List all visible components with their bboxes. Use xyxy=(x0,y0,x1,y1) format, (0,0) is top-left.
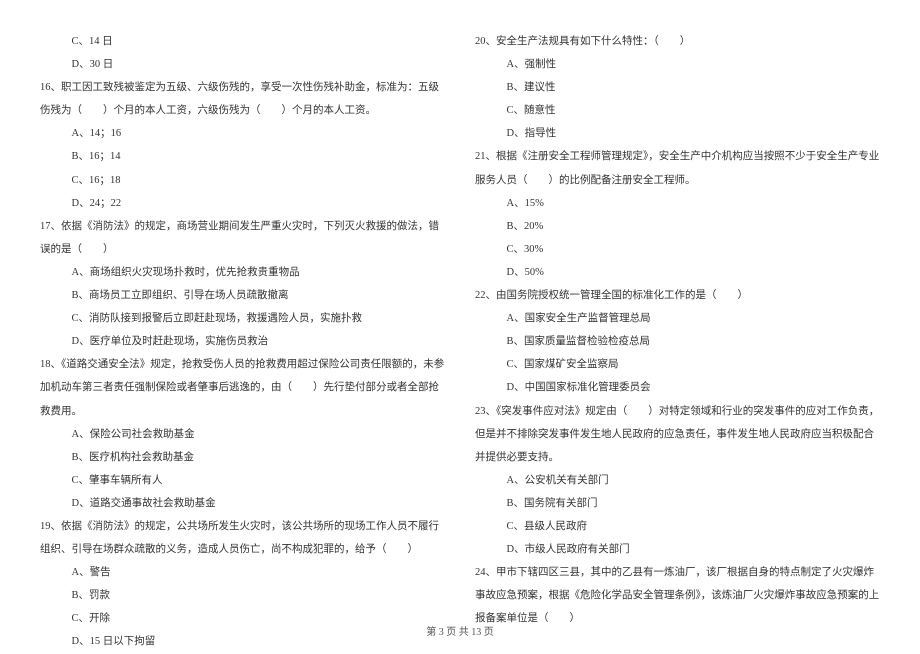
left-column: C、14 日 D、30 日 16、职工因工致残被鉴定为五级、六级伤残的，享受一次… xyxy=(40,30,445,654)
q17-option-d: D、医疗单位及时赶赴现场，实施伤员救治 xyxy=(40,330,445,353)
q20-option-d: D、指导性 xyxy=(475,122,880,145)
q22-option-d: D、中国国家标准化管理委员会 xyxy=(475,376,880,399)
q18-option-a: A、保险公司社会救助基金 xyxy=(40,423,445,446)
q17-option-c: C、消防队接到报警后立即赶赴现场，救援遇险人员，实施扑救 xyxy=(40,307,445,330)
q23-option-b: B、国务院有关部门 xyxy=(475,492,880,515)
q22-text: 22、由国务院授权统一管理全国的标准化工作的是（ ） xyxy=(475,284,880,307)
q16-option-b: B、16；14 xyxy=(40,145,445,168)
q18-text: 18、《道路交通安全法》规定，抢救受伤人员的抢救费用超过保险公司责任限额的，未参… xyxy=(40,353,445,422)
q23-text: 23、《突发事件应对法》规定由（ ）对特定领域和行业的突发事件的应对工作负责，但… xyxy=(475,400,880,469)
q22-option-c: C、国家煤矿安全监察局 xyxy=(475,353,880,376)
q20-option-c: C、随意性 xyxy=(475,99,880,122)
q23-option-d: D、市级人民政府有关部门 xyxy=(475,538,880,561)
q20-text: 20、安全生产法规具有如下什么特性：（ ） xyxy=(475,30,880,53)
right-column: 20、安全生产法规具有如下什么特性：（ ） A、强制性 B、建议性 C、随意性 … xyxy=(475,30,880,654)
q16-text: 16、职工因工致残被鉴定为五级、六级伤残的，享受一次性伤残补助金，标准为：五级伤… xyxy=(40,76,445,122)
q19-text: 19、依据《消防法》的规定，公共场所发生火灾时，该公共场所的现场工作人员不履行组… xyxy=(40,515,445,561)
q15-option-d: D、30 日 xyxy=(40,53,445,76)
q21-option-c: C、30% xyxy=(475,238,880,261)
q20-option-a: A、强制性 xyxy=(475,53,880,76)
q21-option-a: A、15% xyxy=(475,192,880,215)
q21-option-b: B、20% xyxy=(475,215,880,238)
q16-option-a: A、14；16 xyxy=(40,122,445,145)
q17-text: 17、依据《消防法》的规定，商场营业期间发生严重火灾时，下列灭火救援的做法，错误… xyxy=(40,215,445,261)
q17-option-a: A、商场组织火灾现场扑救时，优先抢救贵重物品 xyxy=(40,261,445,284)
page-content: C、14 日 D、30 日 16、职工因工致残被鉴定为五级、六级伤残的，享受一次… xyxy=(40,30,880,654)
page-footer: 第 3 页 共 13 页 xyxy=(0,623,920,638)
q16-option-c: C、16；18 xyxy=(40,169,445,192)
q17-option-b: B、商场员工立即组织、引导在场人员疏散撤离 xyxy=(40,284,445,307)
q21-option-d: D、50% xyxy=(475,261,880,284)
q16-option-d: D、24；22 xyxy=(40,192,445,215)
q18-option-c: C、肇事车辆所有人 xyxy=(40,469,445,492)
q23-option-a: A、公安机关有关部门 xyxy=(475,469,880,492)
q15-option-c: C、14 日 xyxy=(40,30,445,53)
q22-option-a: A、国家安全生产监督管理总局 xyxy=(475,307,880,330)
q24-text: 24、甲市下辖四区三县，其中的乙县有一炼油厂，该厂根据自身的特点制定了火灾爆炸事… xyxy=(475,561,880,630)
q19-option-b: B、罚款 xyxy=(40,584,445,607)
q18-option-d: D、道路交通事故社会救助基金 xyxy=(40,492,445,515)
q20-option-b: B、建议性 xyxy=(475,76,880,99)
q23-option-c: C、县级人民政府 xyxy=(475,515,880,538)
q21-text: 21、根据《注册安全工程师管理规定》，安全生产中介机构应当按照不少于安全生产专业… xyxy=(475,145,880,191)
q18-option-b: B、医疗机构社会救助基金 xyxy=(40,446,445,469)
q19-option-a: A、警告 xyxy=(40,561,445,584)
q22-option-b: B、国家质量监督检验检疫总局 xyxy=(475,330,880,353)
